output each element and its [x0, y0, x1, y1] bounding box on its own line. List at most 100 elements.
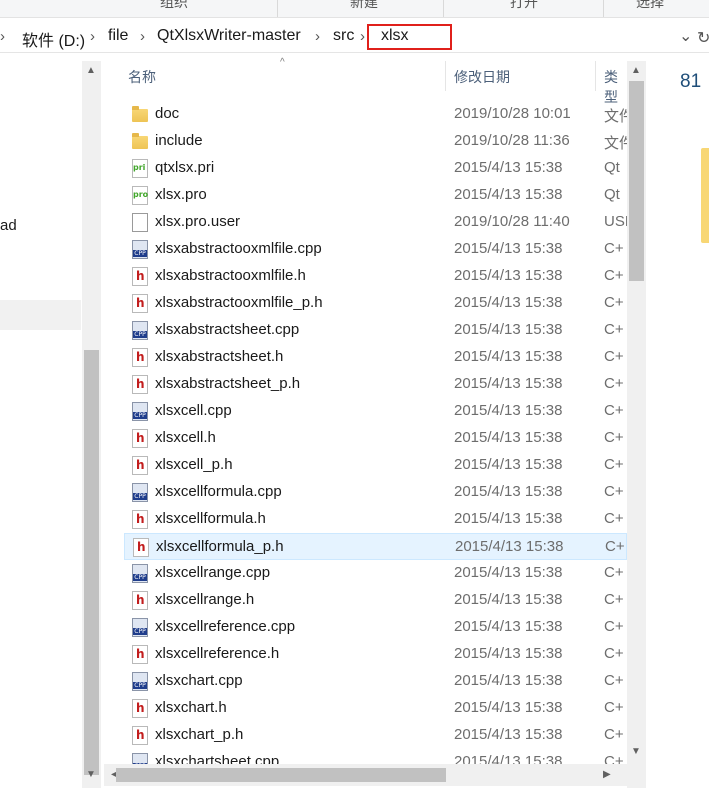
file-modified-date: 2015/4/13 15:38	[454, 321, 563, 338]
file-list-scrollbar[interactable]: ▲ ▼	[627, 61, 646, 788]
file-row[interactable]: h xlsxchart_p.h 2015/4/13 15:38 C+	[124, 722, 627, 749]
file-row[interactable]: CPP xlsxcellrange.cpp 2015/4/13 15:38 C+	[124, 560, 627, 587]
file-type: C+	[604, 564, 624, 581]
file-type: C+	[604, 348, 624, 365]
file-type: C+	[604, 429, 624, 446]
file-modified-date: 2015/4/13 15:38	[454, 267, 563, 284]
file-modified-date: 2015/4/13 15:38	[454, 591, 563, 608]
nav-item-selected[interactable]	[0, 300, 81, 330]
file-row[interactable]: include 2019/10/28 11:36 文件	[124, 128, 627, 155]
horizontal-scrollbar-thumb[interactable]	[116, 768, 446, 782]
nav-scrollbar[interactable]: ▲ ▼	[82, 61, 101, 788]
file-modified-date: 2019/10/28 11:36	[454, 132, 570, 149]
file-row[interactable]: pri qtxlsx.pri 2015/4/13 15:38 Qt	[124, 155, 627, 182]
file-row[interactable]: CPP xlsxabstractsheet.cpp 2015/4/13 15:38 C…	[124, 317, 627, 344]
file-type: 文件	[604, 135, 627, 152]
file-type: C+	[604, 618, 624, 635]
file-row[interactable]: CPP xlsxchart.cpp 2015/4/13 15:38 C+	[124, 668, 627, 695]
file-name: xlsxchart.h	[155, 699, 227, 716]
h-file-icon: h	[132, 726, 148, 745]
nav-scrollbar-thumb[interactable]	[84, 350, 99, 775]
file-row[interactable]: h xlsxabstractsheet.h 2015/4/13 15:38 C+	[124, 344, 627, 371]
file-row[interactable]: CPP xlsxcell.cpp 2015/4/13 15:38 C+	[124, 398, 627, 425]
file-row[interactable]: CPP xlsxcellformula.cpp 2015/4/13 15:38 C+	[124, 479, 627, 506]
file-row[interactable]: h xlsxcellrange.h 2015/4/13 15:38 C+	[124, 587, 627, 614]
column-divider[interactable]	[445, 61, 446, 91]
column-divider[interactable]	[595, 61, 596, 91]
chevron-right-icon[interactable]: ›	[0, 28, 5, 45]
file-modified-date: 2015/4/13 15:38	[454, 294, 563, 311]
file-name: include	[155, 132, 203, 149]
h-file-icon: h	[132, 429, 148, 448]
ribbon-group-new[interactable]: 新建	[350, 0, 378, 12]
horizontal-scrollbar[interactable]: ◀ ▶	[104, 764, 627, 786]
chevron-down-icon[interactable]: ⌄	[679, 26, 692, 46]
file-row[interactable]: h xlsxcellformula_p.h 2015/4/13 15:38 C+	[124, 533, 627, 560]
file-type: C+	[604, 726, 624, 743]
column-header-date[interactable]: 修改日期	[454, 67, 510, 87]
chevron-right-icon[interactable]: ›	[140, 28, 145, 45]
cpp-file-icon: CPP	[132, 402, 148, 421]
file-row[interactable]: xlsx.pro.user 2019/10/28 11:40 USE	[124, 209, 627, 236]
h-file-icon: h	[132, 510, 148, 529]
breadcrumb-drive[interactable]: 软件 (D:)	[22, 27, 85, 51]
file-modified-date: 2015/4/13 15:38	[454, 240, 563, 257]
blank-file-icon	[132, 213, 148, 232]
file-modified-date: 2015/4/13 15:38	[454, 564, 563, 581]
breadcrumb-qtxlsxwriter[interactable]: QtXlsxWriter-master	[157, 27, 301, 45]
scroll-up-arrow-icon[interactable]: ▲	[631, 65, 641, 76]
details-pane: 81	[648, 61, 709, 788]
refresh-icon[interactable]: ↻	[697, 28, 709, 48]
scroll-up-arrow-icon[interactable]: ▲	[86, 65, 96, 76]
ribbon-group-select[interactable]: 选择	[636, 0, 664, 12]
file-row[interactable]: h xlsxcellreference.h 2015/4/13 15:38 C+	[124, 641, 627, 668]
cpp-file-icon: CPP	[132, 672, 148, 691]
cpp-file-icon: CPP	[132, 483, 148, 502]
file-name: xlsxcellreference.h	[155, 645, 280, 662]
cpp-file-icon: CPP	[132, 321, 148, 340]
file-modified-date: 2015/4/13 15:38	[454, 699, 563, 716]
ribbon-group-open[interactable]: 打开	[510, 0, 538, 12]
file-row[interactable]: doc 2019/10/28 10:01 文件	[124, 101, 627, 128]
scroll-right-arrow-icon[interactable]: ▶	[603, 769, 611, 780]
qt-pro-icon: pro	[132, 186, 148, 205]
address-bar[interactable]: › 软件 (D:) › file › QtXlsxWriter-master ›…	[0, 22, 709, 53]
file-name: xlsxcellreference.cpp	[155, 618, 296, 635]
file-type: C+	[604, 375, 624, 392]
file-row[interactable]: h xlsxcell.h 2015/4/13 15:38 C+	[124, 425, 627, 452]
folder-preview-icon	[701, 148, 709, 243]
file-name: xlsxchart.cpp	[155, 672, 243, 689]
chevron-right-icon[interactable]: ›	[315, 28, 320, 45]
file-modified-date: 2015/4/13 15:38	[454, 456, 563, 473]
column-header-name[interactable]: 名称	[128, 67, 156, 87]
chevron-right-icon[interactable]: ›	[90, 28, 95, 45]
file-type: C+	[604, 294, 624, 311]
scroll-down-arrow-icon[interactable]: ▼	[631, 746, 641, 757]
file-row[interactable]: pro xlsx.pro 2015/4/13 15:38 Qt	[124, 182, 627, 209]
file-type: C+	[604, 483, 624, 500]
file-modified-date: 2015/4/13 15:38	[454, 672, 563, 689]
ribbon-divider	[443, 0, 444, 17]
file-modified-date: 2019/10/28 11:40	[454, 213, 570, 230]
file-row[interactable]: h xlsxcell_p.h 2015/4/13 15:38 C+	[124, 452, 627, 479]
nav-item-label[interactable]: ad	[0, 217, 17, 234]
file-row[interactable]: h xlsxabstractsheet_p.h 2015/4/13 15:38 C+	[124, 371, 627, 398]
file-modified-date: 2015/4/13 15:38	[454, 402, 563, 419]
scroll-down-arrow-icon[interactable]: ▼	[86, 769, 96, 780]
chevron-right-icon[interactable]: ›	[360, 28, 365, 45]
file-name: xlsxcell_p.h	[155, 456, 233, 473]
file-type: 文件	[604, 108, 627, 125]
file-row[interactable]: h xlsxchart.h 2015/4/13 15:38 C+	[124, 695, 627, 722]
file-row[interactable]: CPP xlsxcellreference.cpp 2015/4/13 15:38 C…	[124, 614, 627, 641]
ribbon-group-organize[interactable]: 组织	[160, 0, 188, 12]
file-modified-date: 2015/4/13 15:38	[454, 618, 563, 635]
file-row[interactable]: CPP xlsxabstractooxmlfile.cpp 2015/4/13 15…	[124, 236, 627, 263]
file-list-scrollbar-thumb[interactable]	[629, 81, 644, 281]
file-row[interactable]: h xlsxabstractooxmlfile.h 2015/4/13 15:38 C…	[124, 263, 627, 290]
breadcrumb-file[interactable]: file	[108, 27, 128, 45]
file-name: xlsxcellformula.cpp	[155, 483, 282, 500]
file-row[interactable]: h xlsxabstractooxmlfile_p.h 2015/4/13 15:3…	[124, 290, 627, 317]
file-type: C+	[604, 672, 624, 689]
breadcrumb-src[interactable]: src	[333, 27, 354, 45]
file-row[interactable]: h xlsxcellformula.h 2015/4/13 15:38 C+	[124, 506, 627, 533]
